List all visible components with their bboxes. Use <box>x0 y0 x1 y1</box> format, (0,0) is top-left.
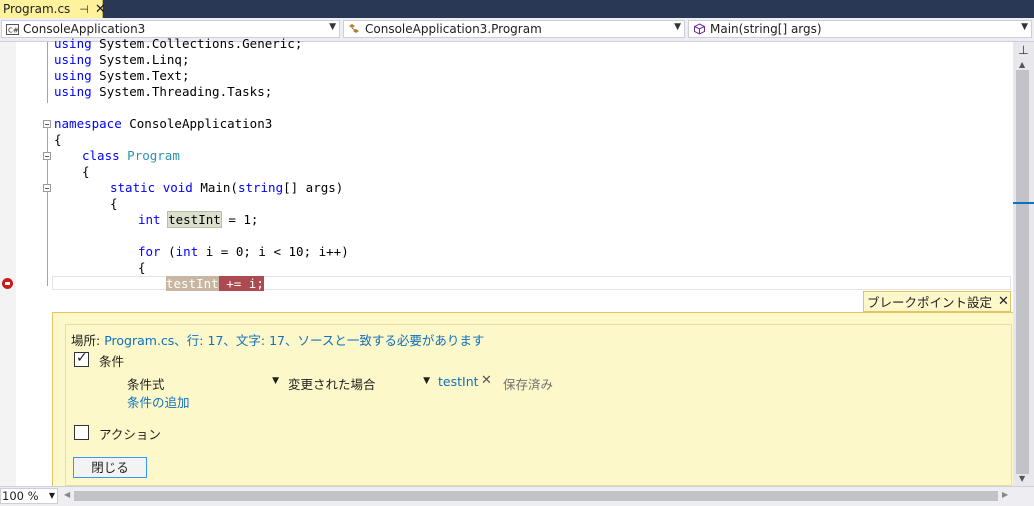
code-line-for: for (int i = 0; i < 10; i++) <box>138 244 349 259</box>
code-line: using System.Linq; <box>54 52 190 67</box>
chevron-down-icon: ▼ <box>423 376 430 386</box>
action-label: アクション <box>99 427 161 442</box>
highlighted-reference: testInt <box>167 211 222 228</box>
type-dropdown-value: ConsoleApplication3.Program <box>365 22 542 36</box>
breakpoint-settings-panel: 場所: Program.cs、行: 17、文字: 17、ソースと一致する必要があ… <box>52 312 1013 486</box>
code-line: { <box>138 260 146 275</box>
collapse-namespace-icon[interactable] <box>43 120 51 128</box>
code-line-breakpoint: testInt += i; <box>166 276 264 291</box>
csharp-project-icon: C# <box>5 23 19 35</box>
chevron-down-icon: ▼ <box>674 22 681 32</box>
tab-title: Program.cs <box>3 2 71 16</box>
action-checkbox[interactable] <box>74 425 89 440</box>
chevron-down-icon: ▼ <box>272 376 279 386</box>
location-row: 場所: Program.cs、行: 17、文字: 17、ソースと一致する必要があ… <box>71 330 484 349</box>
code-line: { <box>82 164 90 179</box>
code-line: { <box>54 132 62 147</box>
pin-icon[interactable]: ⊣ <box>79 3 89 16</box>
scroll-left-icon[interactable]: ◀ <box>64 490 70 499</box>
close-icon[interactable]: ✕ <box>998 294 1009 309</box>
condition-type-dropdown[interactable]: 条件式 ▼ <box>127 374 279 393</box>
scroll-down-icon[interactable]: ▼ <box>1019 474 1025 483</box>
chevron-down-icon: ▼ <box>48 491 55 500</box>
code-line-namespace: namespace ConsoleApplication3 <box>54 116 273 131</box>
remove-condition-icon[interactable]: ✕ <box>481 373 492 388</box>
chevron-down-icon: ▼ <box>1021 22 1028 32</box>
member-dropdown[interactable]: Main(string[] args) ▼ <box>688 20 1032 38</box>
outline-guide <box>47 42 48 103</box>
breakpoint-conditional-icon[interactable] <box>2 278 13 289</box>
code-editor[interactable]: using System.Collections.Generic; using … <box>0 36 1013 486</box>
tab-program-cs[interactable]: Program.cs ⊣ ✕ <box>0 0 106 18</box>
code-line-main: static void Main(string[] args) <box>110 180 344 195</box>
vertical-scrollbar[interactable]: ⊥ ▲ ▼ <box>1013 42 1034 486</box>
code-line: using System.Text; <box>54 68 190 83</box>
code-line: using System.Threading.Tasks; <box>54 84 273 99</box>
code-line-class: class Program <box>82 148 180 163</box>
collapse-class-icon[interactable] <box>43 152 51 160</box>
zoom-dropdown[interactable]: 100 % ▼ <box>0 488 58 504</box>
condition-expression[interactable]: testInt <box>438 374 479 389</box>
document-tab-strip: Program.cs ⊣ ✕ <box>0 0 1034 18</box>
breakpoint-settings-title: ブレークポイント設定 <box>867 295 993 310</box>
chevron-down-icon: ▼ <box>329 22 336 32</box>
breakpoint-settings-header: ブレークポイント設定 ✕ <box>863 291 1011 312</box>
method-icon <box>692 23 706 35</box>
scrollbar-thumb[interactable] <box>1016 70 1029 474</box>
member-dropdown-value: Main(string[] args) <box>710 22 822 36</box>
location-label: 場所: <box>71 333 101 348</box>
class-icon <box>347 23 361 35</box>
scroll-right-icon[interactable]: ▶ <box>1002 490 1008 499</box>
code-line-declaration: int testInt = 1; <box>138 211 259 228</box>
project-dropdown-value: ConsoleApplication3 <box>23 22 146 36</box>
code-line: using System.Collections.Generic; <box>54 36 303 51</box>
type-dropdown[interactable]: ConsoleApplication3.Program ▼ <box>343 20 685 38</box>
close-button[interactable]: 閉じる <box>73 457 147 478</box>
saved-status: 保存済み <box>503 377 554 392</box>
add-condition-link[interactable]: 条件の追加 <box>127 392 190 411</box>
editor-status-bar: 100 % ▼ ◀ ▶ <box>0 486 1034 506</box>
scroll-position-marker <box>1013 202 1034 204</box>
breakpoint-margin[interactable] <box>0 42 16 486</box>
svg-text:C#: C# <box>8 26 19 34</box>
tab-close-icon[interactable]: ✕ <box>95 2 106 17</box>
horizontal-scrollbar-thumb[interactable] <box>74 491 998 501</box>
scroll-up-icon[interactable]: ▲ <box>1019 60 1025 69</box>
condition-label: 条件 <box>99 354 125 369</box>
condition-operator-dropdown[interactable]: 変更された場合 ▼ <box>288 374 430 393</box>
condition-checkbox[interactable]: ✓ <box>74 350 89 367</box>
location-link[interactable]: Program.cs、行: 17、文字: 17、ソースと一致する必要があります <box>104 333 484 348</box>
collapse-method-icon[interactable] <box>43 184 51 192</box>
code-line: { <box>110 196 118 211</box>
split-window-icon[interactable]: ⊥ <box>1016 43 1031 58</box>
